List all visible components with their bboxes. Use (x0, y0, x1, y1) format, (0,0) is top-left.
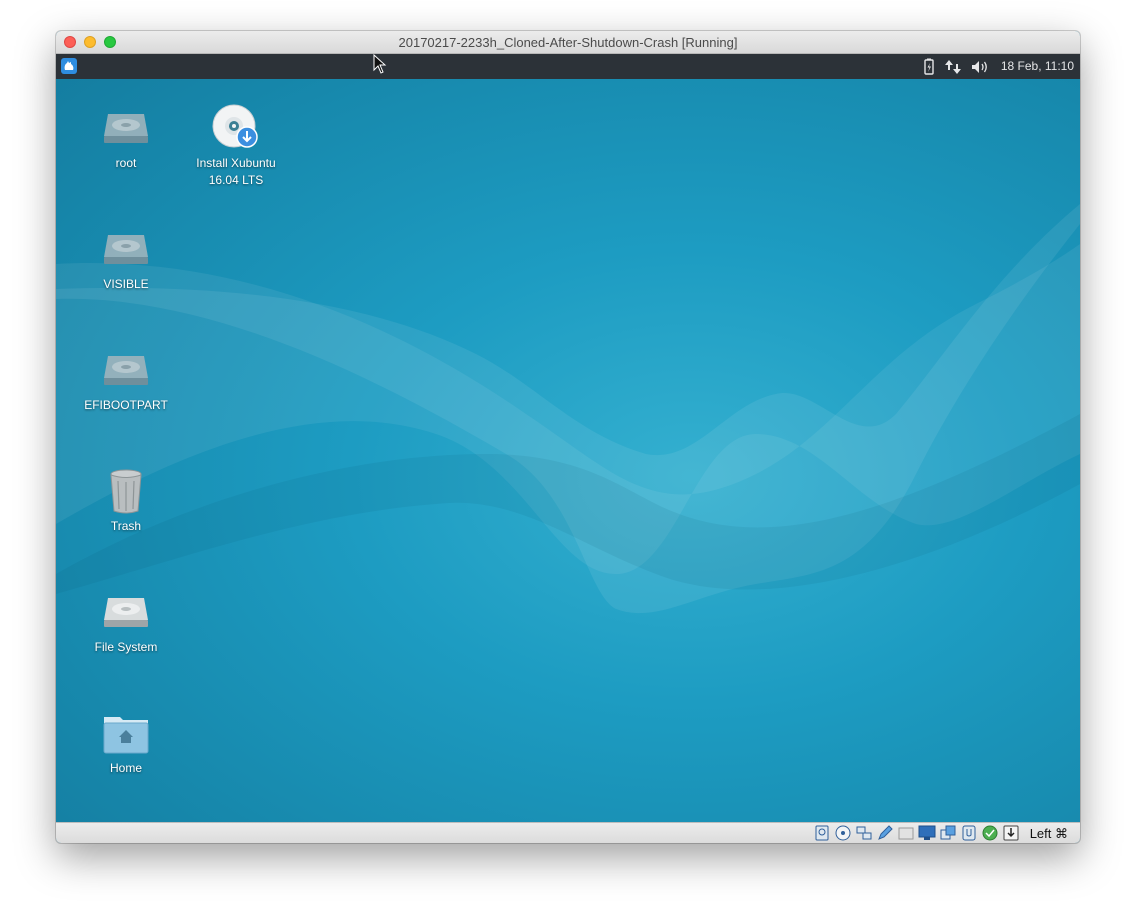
whisker-menu-button[interactable] (61, 58, 77, 74)
desktop-icon-label: VISIBLE (103, 277, 149, 291)
guest-desktop[interactable]: 18 Feb, 11:10 root Install Xubuntu 16.04… (56, 54, 1080, 822)
window-titlebar[interactable]: 20170217-2233h_Cloned-After-Shutdown-Cra… (56, 31, 1080, 54)
harddisk-icon (100, 588, 152, 636)
trash-icon (100, 467, 152, 515)
network-icon[interactable] (855, 825, 873, 841)
vm-status-bar: Left ⌘ (56, 822, 1080, 843)
desktop-icon-install-xubuntu[interactable]: Install Xubuntu 16.04 LTS (181, 104, 291, 189)
hard-disk-icon[interactable] (813, 825, 831, 841)
status-icons (813, 825, 1020, 841)
desktop-icon-label: root (115, 156, 137, 170)
guest-additions-icon[interactable] (981, 825, 999, 841)
drive-icon (100, 225, 152, 273)
desktop-icon-trash[interactable]: Trash (71, 467, 181, 535)
mouse-integration-icon[interactable] (1002, 825, 1020, 841)
desktop-icon-file-system[interactable]: File System (71, 588, 181, 656)
display-icon[interactable] (918, 825, 936, 841)
volume-icon[interactable] (970, 58, 990, 76)
drive-icon (100, 104, 152, 152)
desktop-icon-visible[interactable]: VISIBLE (71, 225, 181, 293)
home-folder-icon (100, 709, 152, 757)
desktop-icon-label: Home (109, 761, 142, 775)
desktop-icon-label: EFIBOOTPART (84, 398, 168, 412)
top-panel: 18 Feb, 11:10 (56, 54, 1080, 79)
xubuntu-mouse-icon (64, 61, 74, 70)
desktop-icon-efibootpart[interactable]: EFIBOOTPART (71, 346, 181, 414)
installer-disc-icon (210, 104, 262, 152)
drive-icon (100, 346, 152, 394)
desktop-icon-label: File System (94, 640, 158, 654)
pen-icon[interactable] (876, 825, 894, 841)
window-title: 20170217-2233h_Cloned-After-Shutdown-Cra… (398, 35, 738, 50)
host-key-label[interactable]: Left ⌘ (1030, 826, 1068, 842)
shared-folder-icon[interactable] (897, 825, 915, 841)
desktop-icon-label: Trash (110, 519, 142, 533)
desktop-icon-home[interactable]: Home (71, 709, 181, 777)
network-updown-icon[interactable] (944, 58, 962, 76)
mouse-pointer-icon (373, 54, 387, 74)
usb-icon[interactable] (960, 825, 978, 841)
desktop-icon-root[interactable]: root (71, 104, 181, 172)
optical-drive-icon[interactable] (834, 825, 852, 841)
virtualbox-window: 20170217-2233h_Cloned-After-Shutdown-Cra… (56, 31, 1080, 843)
battery-icon[interactable] (923, 58, 935, 76)
desktop-icon-label: Install Xubuntu 16.04 LTS (196, 156, 276, 187)
video-capture-icon[interactable] (939, 825, 957, 841)
panel-clock[interactable]: 18 Feb, 11:10 (1001, 59, 1074, 73)
